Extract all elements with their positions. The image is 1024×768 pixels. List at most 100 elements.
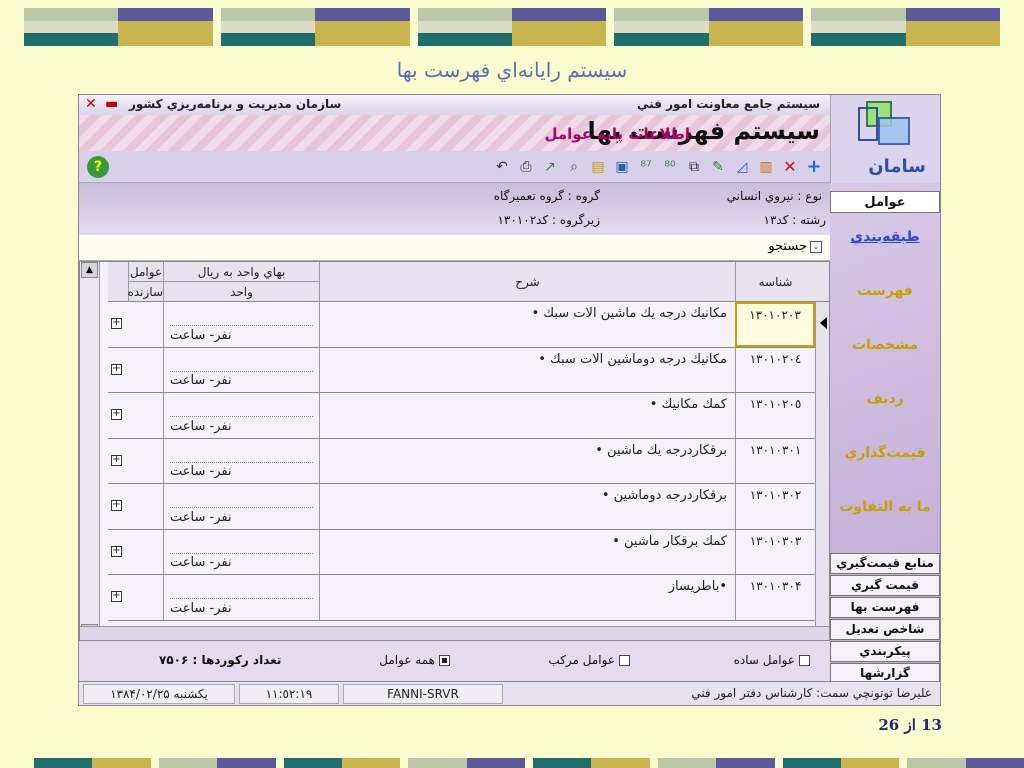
expand-icon[interactable]: + bbox=[111, 454, 122, 466]
chart-icon[interactable]: ◿ bbox=[732, 157, 752, 177]
header-id[interactable]: شناسه bbox=[735, 262, 815, 302]
expand-icon[interactable]: + bbox=[111, 591, 122, 602]
copy-icon[interactable]: ⧉ bbox=[684, 157, 704, 177]
status-bar: عليرضا توتونچي سمت: كارشناس دفتر امور فن… bbox=[79, 681, 940, 705]
header-maker[interactable]: سازنده bbox=[128, 282, 163, 302]
search-toggle[interactable]: ⌄ جستجو bbox=[768, 239, 822, 254]
titlebar-app-name: سيستم جامع معاونت امور فني bbox=[637, 97, 820, 111]
add-icon[interactable]: + bbox=[804, 156, 824, 177]
price-value[interactable] bbox=[170, 581, 313, 599]
price-value[interactable] bbox=[170, 536, 313, 554]
app-window: سيستم جامع معاونت امور فني سازمان مديريت… bbox=[78, 94, 941, 706]
menu-btn-config[interactable]: پيكربندي bbox=[830, 641, 940, 662]
table-row[interactable]: ١٣٠١٠٢٠٣ مكانيك درجه يك ماشين الات سبك •… bbox=[108, 302, 827, 348]
right-menu: عوامل طبقه‌بندي فهرست مشخصات رديف قيمت‌گ… bbox=[830, 183, 940, 705]
menu-link-pricing[interactable]: قيمت‌گذاري bbox=[830, 445, 940, 461]
cell-maker: + bbox=[108, 302, 163, 347]
price-value[interactable] bbox=[170, 354, 313, 372]
search-icon[interactable]: ⌕ bbox=[564, 157, 584, 177]
edit-icon[interactable]: ⁸⁰ bbox=[660, 157, 680, 177]
price-value[interactable] bbox=[170, 490, 313, 508]
cell-id[interactable]: ١٣٠١٠٣٠١ bbox=[735, 438, 815, 483]
cell-desc[interactable]: برقكاردرجه دوماشين • bbox=[319, 484, 735, 529]
menu-link-list[interactable]: فهرست bbox=[830, 283, 940, 299]
help-icon[interactable]: ? bbox=[87, 156, 109, 178]
table-row[interactable]: ١٣٠١٠٣٠٢ برقكاردرجه دوماشين • نفر- ساعت … bbox=[108, 484, 815, 530]
folder-icon[interactable]: ▤ bbox=[588, 157, 608, 177]
option-compound[interactable]: عوامل مركب bbox=[548, 653, 630, 667]
expand-icon[interactable]: + bbox=[111, 363, 122, 375]
cell-id[interactable]: ١٣٠١٠٣٠٣ bbox=[735, 529, 815, 574]
horizontal-scrollbar[interactable] bbox=[80, 626, 829, 640]
cell-price[interactable]: نفر- ساعت bbox=[163, 347, 319, 392]
expand-icon[interactable]: + bbox=[111, 409, 122, 420]
cell-price[interactable]: نفر- ساعت bbox=[163, 438, 319, 483]
menu-btn-adjust-index[interactable]: شاخص تعديل bbox=[830, 619, 940, 640]
cell-price[interactable]: نفر- ساعت bbox=[163, 484, 319, 529]
vertical-scrollbar[interactable]: ▲ ▼ bbox=[80, 262, 100, 640]
expand-icon[interactable]: + bbox=[111, 318, 122, 329]
menu-link-classification[interactable]: طبقه‌بندي bbox=[830, 229, 940, 245]
cell-price[interactable]: نفر- ساعت bbox=[163, 575, 319, 620]
search-label[interactable]: جستجو bbox=[768, 239, 807, 254]
table-row[interactable]: ١٣٠١٠٢٠٤ مكانيك درجه دوماشين الات سبك • … bbox=[108, 347, 815, 393]
menu-link-specs[interactable]: مشخصات bbox=[830, 337, 940, 353]
header-unit-price[interactable]: بهاي واحد به ريال bbox=[163, 262, 319, 282]
cell-desc[interactable]: برقكاردرجه يك ماشين • bbox=[319, 438, 735, 483]
menu-link-difference[interactable]: ما به التفاوت bbox=[830, 499, 940, 515]
header-unit[interactable]: واحد bbox=[163, 282, 319, 302]
radio-simple[interactable] bbox=[799, 654, 810, 666]
undo-icon[interactable]: ↶ bbox=[492, 157, 512, 177]
table-row[interactable]: ١٣٠١٠٣٠۴ •باطريساز نفر- ساعت + bbox=[108, 575, 815, 621]
expand-icon[interactable]: + bbox=[111, 545, 122, 557]
menu-btn-price-sources[interactable]: منابع قيمت‌گيري bbox=[830, 553, 940, 574]
chevron-down-icon[interactable]: ⌄ bbox=[810, 240, 822, 253]
band-block bbox=[417, 8, 607, 46]
option-all[interactable]: همه عوامل bbox=[379, 653, 450, 667]
menu-factors[interactable]: عوامل bbox=[830, 191, 940, 213]
logo-shape bbox=[858, 107, 878, 141]
price-value[interactable] bbox=[170, 308, 313, 326]
export-icon[interactable]: ↗ bbox=[540, 157, 560, 177]
slide-title: سيستم رايانه‌اي فهرست بها bbox=[396, 58, 628, 82]
cell-price[interactable]: نفر- ساعت bbox=[163, 302, 319, 347]
cell-id[interactable]: ١٣٠١٠٢٠٤ bbox=[735, 347, 815, 392]
image-icon[interactable]: ▣ bbox=[612, 157, 632, 177]
cell-desc[interactable]: كمك برقكار ماشين • bbox=[319, 529, 735, 574]
header-factors[interactable]: عوامل bbox=[128, 262, 163, 282]
cell-id[interactable]: ١٣٠١٠٣٠۴ bbox=[735, 575, 815, 620]
table-row[interactable]: ١٣٠١٠٣٠١ برقكاردرجه يك ماشين • نفر- ساعت… bbox=[108, 438, 815, 484]
cell-desc[interactable]: مكانيك درجه يك ماشين الات سبك • bbox=[319, 302, 735, 347]
edit-alt-icon[interactable]: ⁸⁷ bbox=[636, 157, 656, 177]
cell-desc[interactable]: مكانيك درجه دوماشين الات سبك • bbox=[319, 347, 735, 392]
logo-text: سامان bbox=[868, 156, 926, 177]
print-icon[interactable]: ⎙ bbox=[516, 157, 536, 177]
price-value[interactable] bbox=[170, 399, 313, 417]
cell-id[interactable]: ١٣٠١٠٢٠٥ bbox=[735, 393, 815, 438]
table-row[interactable]: ١٣٠١٠٣٠٣ كمك برقكار ماشين • نفر- ساعت + bbox=[108, 529, 815, 575]
menu-link-row[interactable]: رديف bbox=[830, 391, 940, 407]
close-icon[interactable]: ✕ bbox=[85, 96, 97, 112]
cell-price[interactable]: نفر- ساعت bbox=[163, 393, 319, 438]
minimize-icon[interactable]: ▬ bbox=[105, 96, 118, 112]
radio-all[interactable] bbox=[439, 654, 450, 666]
cell-id[interactable]: ١٣٠١٠٣٠٢ bbox=[735, 484, 815, 529]
band-block bbox=[24, 8, 213, 46]
expand-icon[interactable]: + bbox=[111, 500, 122, 511]
menu-btn-price-inquiry[interactable]: قيمت گيري bbox=[830, 575, 940, 596]
cell-id[interactable]: ١٣٠١٠٢٠٣ bbox=[735, 302, 815, 347]
header-desc[interactable]: شرح bbox=[319, 262, 735, 302]
delete-icon[interactable]: ✕ bbox=[780, 157, 800, 177]
option-simple[interactable]: عوامل ساده bbox=[734, 653, 810, 667]
cell-price[interactable]: نفر- ساعت bbox=[163, 529, 319, 574]
table-row[interactable]: ١٣٠١٠٢٠٥ كمك مكانيك • نفر- ساعت + bbox=[108, 393, 815, 439]
cell-desc[interactable]: كمك مكانيك • bbox=[319, 393, 735, 438]
scroll-up-icon[interactable]: ▲ bbox=[81, 262, 98, 278]
decorative-band-bottom bbox=[34, 758, 1024, 768]
price-value[interactable] bbox=[170, 445, 313, 463]
menu-btn-price-list[interactable]: فهرست بها bbox=[830, 597, 940, 618]
pencil-icon[interactable]: ✎ bbox=[708, 157, 728, 177]
radio-compound[interactable] bbox=[619, 654, 630, 666]
books-icon[interactable]: ▥ bbox=[756, 157, 776, 177]
cell-desc[interactable]: •باطريساز bbox=[319, 575, 735, 620]
